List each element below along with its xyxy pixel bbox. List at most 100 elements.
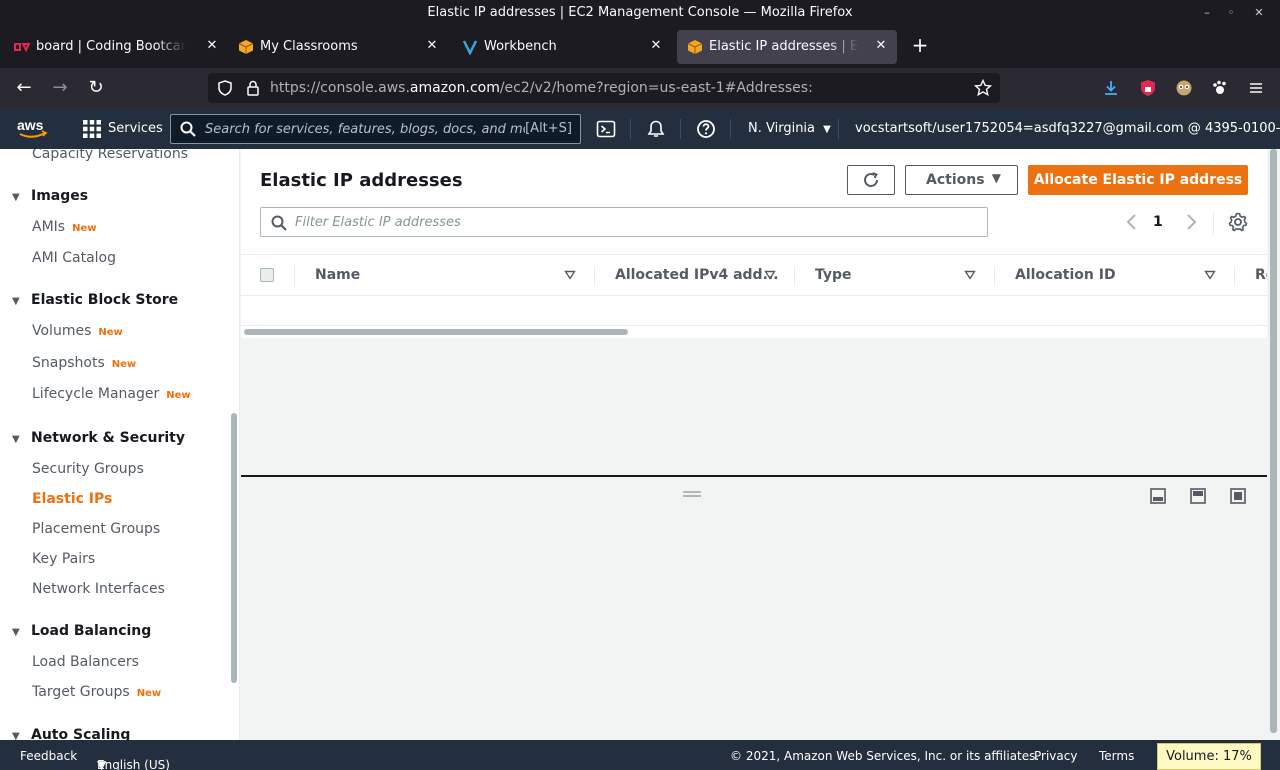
table-horizontal-scrollbar[interactable] (244, 329, 628, 335)
sidebar-item-key-pairs[interactable]: Key Pairs (32, 551, 95, 567)
gear-icon[interactable] (1228, 212, 1248, 232)
back-button[interactable]: ← (12, 76, 36, 100)
column-divider (994, 266, 995, 286)
sort-triangle-icon[interactable] (1204, 269, 1216, 281)
aws-search-input[interactable] (205, 120, 525, 138)
current-page-number[interactable]: 1 (1153, 214, 1163, 230)
sidebar-item-placement-groups[interactable]: Placement Groups (32, 521, 160, 537)
aws-cube-icon (238, 40, 254, 54)
drag-handle-icon[interactable] (683, 491, 701, 497)
forward-button[interactable]: → (48, 76, 72, 100)
sidebar-item-volumes[interactable]: Volumes New (32, 323, 123, 339)
collapse-triangle-icon: ▼ (12, 627, 20, 638)
main-panel: Elastic IP addresses Actions ▼ Allocate … (241, 149, 1267, 475)
reload-button[interactable]: ↻ (84, 76, 108, 100)
sort-triangle-icon[interactable] (964, 269, 976, 281)
sidebar-item-ami-catalog[interactable]: AMI Catalog (32, 250, 116, 266)
column-header-type[interactable]: Type (815, 267, 852, 283)
sidebar-item-snapshots[interactable]: Snapshots New (32, 355, 136, 371)
tab-close-icon[interactable]: ✕ (873, 38, 889, 54)
url-text[interactable]: https://console.aws.amazon.com/ec2/v2/ho… (270, 80, 813, 96)
tab-elastic-ip[interactable]: Elastic IP addresses | EC2 Ma ✕ (677, 30, 897, 64)
sidebar-item-amis[interactable]: AMIs New (32, 219, 96, 235)
tab-coding-bootcamp[interactable]: board | Coding Bootcamp In ✕ (4, 30, 224, 64)
minimize-button[interactable]: – (1198, 4, 1216, 22)
search-icon (180, 121, 196, 137)
feedback-link[interactable]: Feedback (20, 749, 77, 763)
aws-footer: Feedback English (US) ▼ © 2021, Amazon W… (0, 740, 1280, 770)
filter-input[interactable] (295, 213, 935, 231)
window-titlebar: Elastic IP addresses | EC2 Management Co… (0, 0, 1280, 26)
sidebar-item-network-interfaces[interactable]: Network Interfaces (32, 581, 165, 597)
notifications-bell-icon[interactable] (646, 119, 666, 139)
tab-label: My Classrooms (260, 39, 358, 54)
column-header-reverse-dns[interactable]: Re (1255, 267, 1267, 283)
tab-workbench[interactable]: Workbench ✕ (452, 30, 672, 64)
download-icon[interactable] (1102, 79, 1120, 97)
column-header-name[interactable]: Name (315, 267, 360, 283)
hamburger-menu-icon[interactable] (1247, 79, 1265, 97)
close-window-button[interactable]: ✕ (1250, 4, 1268, 22)
main-vertical-scrollbar[interactable] (1270, 149, 1277, 733)
sidebar-item-load-balancers[interactable]: Load Balancers (32, 654, 139, 670)
column-divider (594, 266, 595, 286)
sidebar-item-security-groups[interactable]: Security Groups (32, 461, 144, 477)
sidebar-section-load-balancing[interactable]: ▼ Load Balancing (12, 623, 151, 639)
new-badge: New (166, 390, 191, 401)
column-header-allocation-id[interactable]: Allocation ID (1015, 267, 1116, 283)
lock-icon[interactable] (244, 79, 262, 97)
actions-dropdown-button[interactable]: Actions ▼ (905, 165, 1018, 195)
sort-triangle-icon[interactable] (564, 269, 576, 281)
aws-logo-icon[interactable]: aws (16, 116, 50, 142)
tab-close-icon[interactable]: ✕ (424, 38, 440, 54)
sidebar-item-target-groups[interactable]: Target Groups New (32, 684, 161, 700)
navigation-bar: ← → ↻ https://console.aws.amazon.com/ec2… (0, 68, 1280, 109)
ec2-sidebar: Capacity Reservations ▼ Images AMIs New AM… (0, 149, 240, 740)
header-divider (630, 119, 631, 139)
terms-link[interactable]: Terms (1099, 749, 1134, 763)
shield-icon[interactable] (216, 79, 234, 97)
maximize-button[interactable]: ◦ (1222, 4, 1240, 22)
caret-down-icon: ▼ (97, 758, 107, 770)
help-icon[interactable] (696, 119, 716, 139)
select-all-checkbox[interactable] (260, 268, 274, 282)
refresh-button[interactable] (847, 165, 895, 195)
split-side-icon[interactable] (1190, 488, 1206, 504)
ublock-shield-icon[interactable] (1139, 79, 1157, 97)
cloudshell-icon[interactable] (596, 119, 616, 139)
bookmark-star-icon[interactable] (974, 79, 992, 97)
tab-close-icon[interactable]: ✕ (204, 38, 220, 54)
url-bar[interactable]: https://console.aws.amazon.com/ec2/v2/ho… (208, 73, 1000, 103)
aws-search-box[interactable]: [Alt+S] (170, 114, 581, 144)
allocate-elastic-ip-button[interactable]: Allocate Elastic IP address (1028, 165, 1248, 195)
extension-mask-icon[interactable] (1175, 79, 1193, 97)
region-selector[interactable]: N. Virginia ▼ (748, 121, 831, 136)
sidebar-section-ebs[interactable]: ▼ Elastic Block Store (12, 292, 178, 308)
filter-box[interactable] (260, 207, 988, 237)
next-page-icon[interactable] (1182, 213, 1200, 231)
previous-page-icon[interactable] (1123, 213, 1141, 231)
sidebar-section-auto-scaling[interactable]: ▼ Auto Scaling (12, 727, 130, 740)
sort-triangle-icon[interactable] (764, 269, 776, 281)
sidebar-section-network-security[interactable]: ▼ Network & Security (12, 430, 185, 446)
privacy-link[interactable]: Privacy (1034, 749, 1077, 763)
sidebar-scrollbar[interactable] (231, 413, 237, 683)
header-divider (680, 119, 681, 139)
sidebar-item-lifecycle-manager[interactable]: Lifecycle Manager New (32, 386, 191, 402)
grid-icon (83, 120, 101, 138)
aws-cube-icon (687, 40, 703, 54)
new-tab-button[interactable]: + (908, 34, 932, 58)
split-bottom-icon[interactable] (1150, 488, 1166, 504)
tab-my-classrooms[interactable]: My Classrooms ✕ (228, 30, 448, 64)
new-badge: New (98, 327, 123, 338)
tab-close-icon[interactable]: ✕ (648, 38, 664, 54)
column-header-allocated-ipv4[interactable]: Allocated IPv4 add... (615, 267, 779, 283)
services-label: Services (108, 121, 163, 136)
sidebar-item-capacity-reservations[interactable]: Capacity Reservations (32, 149, 188, 162)
sidebar-section-images[interactable]: ▼ Images (12, 188, 88, 204)
sidebar-item-elastic-ips[interactable]: Elastic IPs (32, 491, 112, 507)
empty-table-row (241, 297, 1267, 326)
split-fullscreen-icon[interactable] (1230, 488, 1246, 504)
account-menu[interactable]: vocstartsoft/user1752054=asdfq3227@gmail… (855, 121, 1280, 136)
extension-paw-icon[interactable] (1211, 79, 1229, 97)
